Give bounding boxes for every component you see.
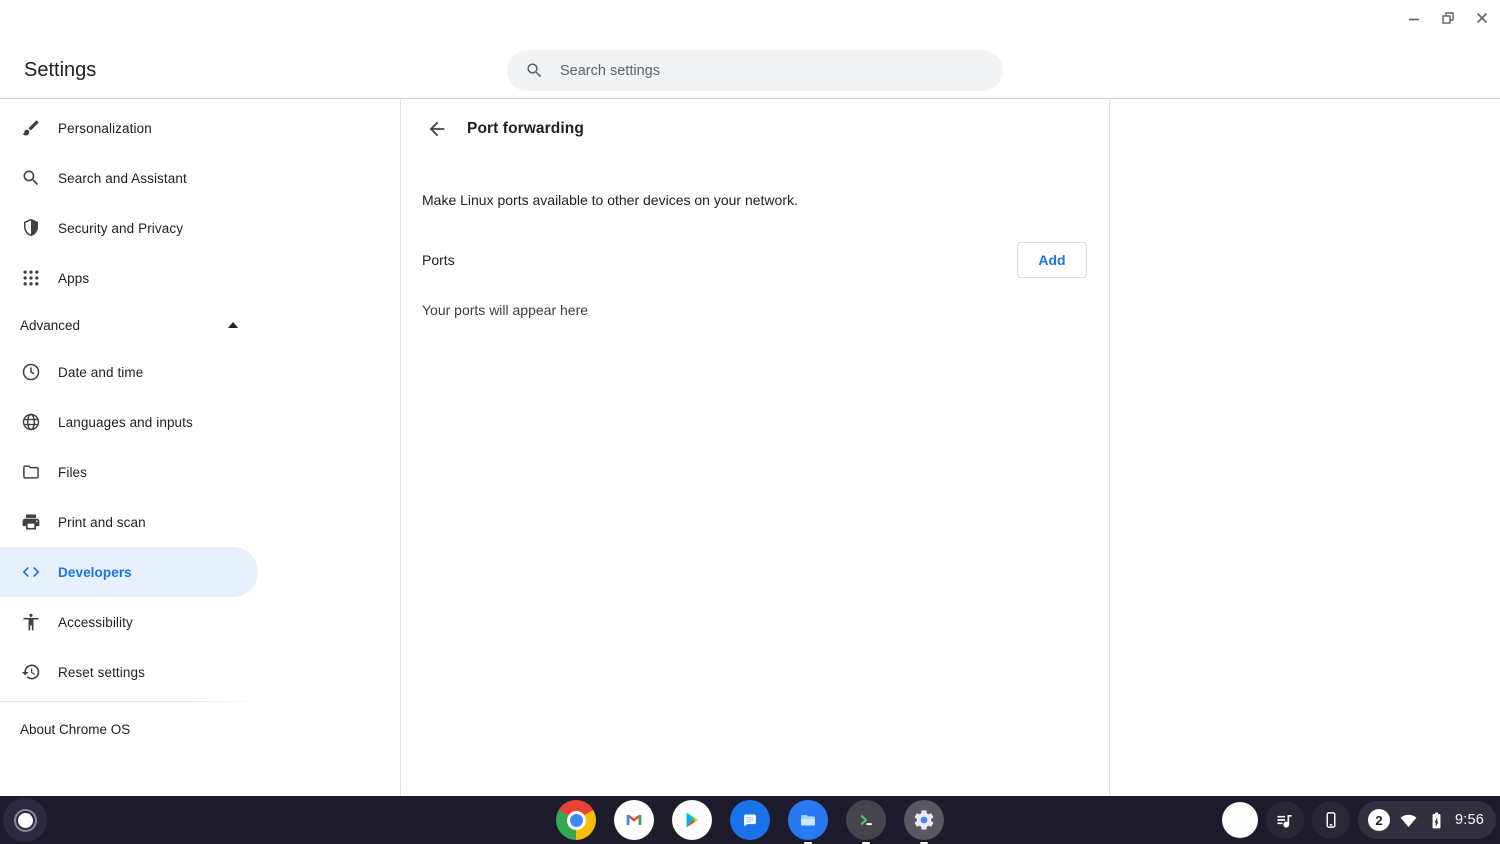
add-port-button[interactable]: Add [1017,242,1087,278]
files-icon [788,800,828,840]
brush-icon [20,117,42,139]
sidebar-item-print-scan[interactable]: Print and scan [0,497,258,547]
shelf-app-files[interactable] [788,800,828,840]
search-icon [20,167,42,189]
gear-icon [904,800,944,840]
ports-empty-state: Your ports will appear here [422,302,588,318]
system-tray: 2 9:56 [1222,801,1496,839]
sidebar-item-label: Search and Assistant [58,171,187,186]
sidebar-item-label: Personalization [58,121,152,136]
sidebar-item-label: Files [58,465,87,480]
settings-header: Settings [0,0,1500,99]
sidebar-item-label: Languages and inputs [58,415,193,430]
phone-hub-button[interactable] [1312,801,1350,839]
folder-icon [20,461,42,483]
ports-label: Ports [422,252,455,268]
sidebar-advanced-toggle[interactable]: Advanced [0,303,258,347]
chrome-icon [556,800,596,840]
battery-charging-icon [1427,811,1446,830]
sidebar-item-label: Reset settings [58,665,145,680]
advanced-label: Advanced [20,318,80,333]
sidebar-item-label: Print and scan [58,515,146,530]
sidebar-item-personalization[interactable]: Personalization [0,103,258,153]
sidebar-item-label: Date and time [58,365,143,380]
printer-icon [20,511,42,533]
shield-icon [20,217,42,239]
status-area[interactable]: 2 9:56 [1358,801,1496,839]
search-input[interactable] [560,63,960,79]
shelf-app-chrome[interactable] [556,800,596,840]
close-icon[interactable] [1472,8,1492,28]
accessibility-icon [20,611,42,633]
minimize-button[interactable] [1404,8,1424,28]
terminal-icon [846,800,886,840]
shelf-app-list [556,800,944,840]
queue-music-icon [1275,810,1295,830]
sidebar-item-reset-settings[interactable]: Reset settings [0,647,258,697]
clock-icon [20,361,42,383]
reset-icon [20,661,42,683]
sidebar-item-apps[interactable]: Apps [0,253,258,303]
sidebar-divider [0,701,258,702]
back-arrow-icon[interactable] [419,111,455,147]
notification-count-badge: 2 [1368,809,1390,831]
sidebar-item-label: Accessibility [58,615,133,630]
restore-button[interactable] [1438,8,1458,28]
chevron-up-icon [228,322,238,328]
window-controls [1404,8,1492,28]
clock-time: 9:56 [1455,812,1484,828]
shelf: 2 9:56 [0,796,1500,844]
smartphone-icon [1321,810,1341,830]
shelf-app-play-store[interactable] [672,800,712,840]
subpage-title: Port forwarding [467,120,584,138]
apps-grid-icon [20,267,42,289]
port-forwarding-panel: Port forwarding Make Linux ports availab… [400,100,1110,796]
sidebar-item-files[interactable]: Files [0,447,258,497]
shelf-app-terminal[interactable] [846,800,886,840]
sidebar-item-date-time[interactable]: Date and time [0,347,258,397]
shelf-app-settings[interactable] [904,800,944,840]
sidebar-item-security-privacy[interactable]: Security and Privacy [0,203,258,253]
ports-row: Ports Add [422,242,1087,278]
messages-icon [730,800,770,840]
settings-sidebar: Personalization Search and Assistant Sec… [0,100,399,796]
globe-icon [20,411,42,433]
subpage-header: Port forwarding [401,100,1109,158]
avatar[interactable] [1222,802,1258,838]
sidebar-item-search-assistant[interactable]: Search and Assistant [0,153,258,203]
gmail-icon [614,800,654,840]
page-title: Settings [24,59,96,82]
sidebar-item-label: Apps [58,271,89,286]
launcher-button[interactable] [3,798,47,842]
sidebar-item-label: Security and Privacy [58,221,183,236]
sidebar-item-languages-inputs[interactable]: Languages and inputs [0,397,258,447]
launcher-circle-icon [18,813,33,828]
shelf-app-messages[interactable] [730,800,770,840]
wifi-icon [1399,811,1418,830]
media-controls-button[interactable] [1266,801,1304,839]
shelf-app-gmail[interactable] [614,800,654,840]
sidebar-item-accessibility[interactable]: Accessibility [0,597,258,647]
sidebar-item-label: Developers [58,565,132,580]
play-store-icon [672,800,712,840]
port-forwarding-description: Make Linux ports available to other devi… [422,192,798,208]
chromeos-settings-window: Settings Personalization Search and Assi… [0,0,1500,844]
sidebar-item-about-chrome-os[interactable]: About Chrome OS [0,704,258,754]
code-icon [20,561,42,583]
search-icon [525,61,544,80]
settings-search-bar[interactable] [507,50,1003,91]
sidebar-item-developers[interactable]: Developers [0,547,258,597]
